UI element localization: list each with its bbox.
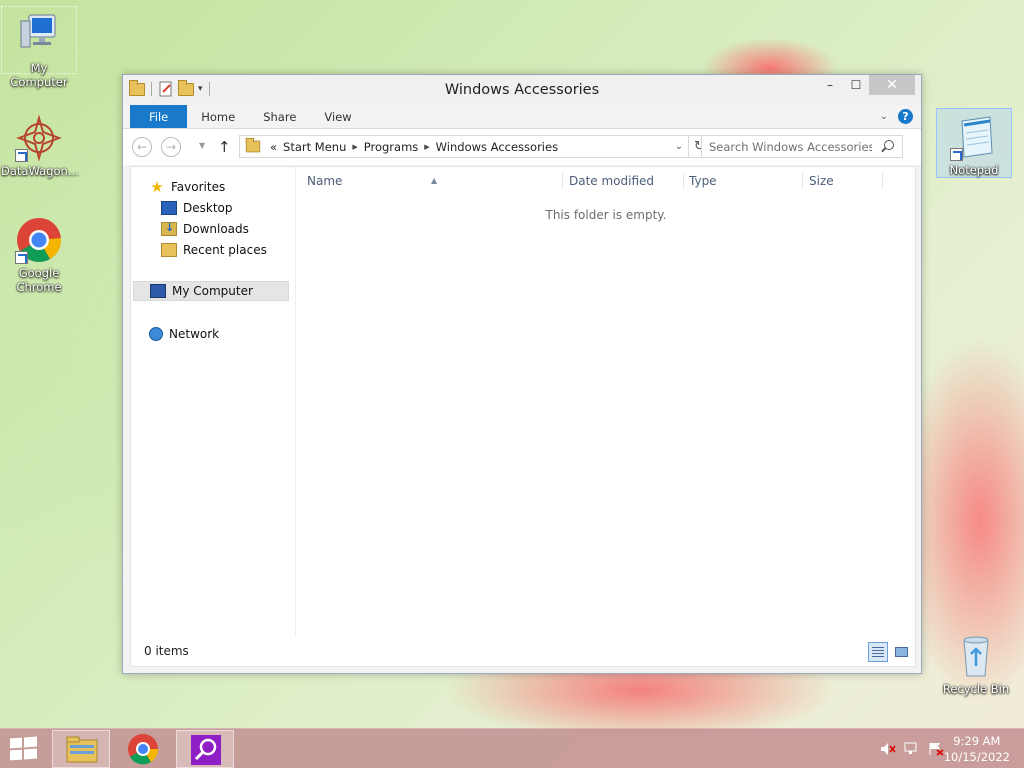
breadcrumb-programs[interactable]: Programs: [361, 140, 422, 154]
folder-icon: [245, 137, 261, 153]
desktop-icon-label: Google Chrome: [16, 266, 62, 294]
large-icons-view-button[interactable]: [891, 642, 911, 662]
maximize-button[interactable]: ☐: [843, 75, 869, 95]
clock-time: 9:29 AM: [953, 734, 1001, 748]
status-bar: 0 items: [131, 636, 915, 666]
forward-button[interactable]: →: [161, 137, 181, 157]
nav-network[interactable]: Network: [149, 324, 219, 344]
nav-my-computer[interactable]: My Computer: [133, 281, 289, 301]
tab-share[interactable]: Share: [249, 105, 310, 128]
details-view-button[interactable]: [868, 642, 888, 662]
up-button[interactable]: ↑: [218, 138, 231, 156]
search-box[interactable]: [701, 135, 903, 158]
empty-folder-message: This folder is empty.: [545, 208, 667, 222]
desktop-icon-recycle-bin[interactable]: Recycle Bin: [938, 628, 1014, 698]
column-header-type[interactable]: Type: [683, 173, 801, 193]
search-input[interactable]: [702, 136, 872, 157]
nav-label: Downloads: [183, 222, 249, 236]
large-icons-view-icon: [895, 647, 908, 657]
nav-label: Favorites: [171, 180, 226, 194]
sort-ascending-icon: ▲: [431, 176, 438, 185]
nav-label: Desktop: [183, 201, 233, 215]
desktop-icon-label: DataWagon...: [1, 164, 79, 178]
desktop-icon-label: Recycle Bin: [942, 682, 1010, 696]
navigation-pane: ★ Favorites Desktop Downloads Recent pla…: [131, 167, 296, 637]
minimize-button[interactable]: –: [817, 75, 843, 95]
recent-places-icon: [161, 243, 177, 257]
breadcrumb-overflow[interactable]: «: [267, 140, 280, 154]
desktop-icon-label: My Computer: [10, 61, 68, 89]
taskbar: 9:29 AM 10/15/2022: [0, 728, 1024, 768]
title-bar[interactable]: ▾ Windows Accessories – ☐ ✕: [123, 75, 921, 105]
recycle-bin-icon: [952, 632, 1000, 680]
chevron-right-icon[interactable]: ▶: [349, 143, 360, 151]
computer-icon: [150, 284, 166, 298]
breadcrumb-start-menu[interactable]: Start Menu: [280, 140, 349, 154]
desktop-icon-datawagon[interactable]: DataWagon...: [1, 110, 79, 180]
windows-logo-icon: [10, 737, 22, 749]
nav-label: My Computer: [172, 284, 253, 298]
tab-file[interactable]: File: [130, 105, 188, 128]
chevron-down-icon[interactable]: ⌄: [670, 136, 688, 157]
datawagon-icon: [15, 114, 63, 162]
chevron-right-icon[interactable]: ▶: [421, 143, 432, 151]
column-header-name[interactable]: Name ▲: [301, 173, 561, 193]
magnifier-icon: [191, 735, 221, 765]
item-count: 0 items: [144, 644, 189, 658]
explorer-window: ▾ Windows Accessories – ☐ ✕ File Home Sh…: [122, 74, 922, 674]
nav-item-downloads[interactable]: Downloads: [161, 219, 249, 239]
tab-view[interactable]: View: [310, 105, 365, 128]
desktop-icon-google-chrome[interactable]: Google Chrome: [1, 212, 77, 298]
navigation-bar: ← → ▼ ↑ « Start Menu ▶ Programs ▶ Window…: [123, 129, 921, 165]
action-center-icon[interactable]: [928, 742, 944, 756]
taskbar-search-app[interactable]: [176, 730, 234, 768]
expand-ribbon-icon[interactable]: ⌄: [880, 111, 888, 122]
ribbon-tabs: File Home Share View ⌄ ?: [123, 105, 921, 129]
speaker-muted-icon[interactable]: [880, 742, 896, 756]
desktop-icon-my-computer[interactable]: My Computer: [1, 6, 77, 89]
window-title: Windows Accessories: [444, 82, 600, 98]
nav-item-recent-places[interactable]: Recent places: [161, 240, 267, 260]
breadcrumb-windows-accessories[interactable]: Windows Accessories: [433, 140, 561, 154]
desktop-icon-notepad[interactable]: Notepad: [936, 108, 1012, 178]
content-area: ★ Favorites Desktop Downloads Recent pla…: [130, 166, 916, 667]
shortcut-arrow-icon: [15, 149, 28, 162]
taskbar-chrome[interactable]: [114, 730, 172, 768]
address-bar[interactable]: « Start Menu ▶ Programs ▶ Windows Access…: [239, 135, 689, 158]
system-tray: [880, 742, 944, 756]
close-button[interactable]: ✕: [869, 75, 915, 95]
chrome-icon: [15, 216, 63, 264]
shortcut-arrow-icon: [15, 251, 28, 264]
tab-home[interactable]: Home: [187, 105, 249, 128]
clock[interactable]: 9:29 AM 10/15/2022: [944, 733, 1010, 765]
desktop-icon: [161, 201, 177, 215]
nav-favorites[interactable]: ★ Favorites: [149, 177, 225, 197]
shortcut-arrow-icon: [950, 148, 963, 161]
network-icon: [149, 327, 163, 341]
clock-date: 10/15/2022: [943, 750, 1010, 764]
file-list[interactable]: Name ▲ Date modified Type Size This fold…: [297, 167, 915, 636]
nav-item-desktop[interactable]: Desktop: [161, 198, 233, 218]
column-header-size[interactable]: Size: [803, 173, 881, 193]
taskbar-file-explorer[interactable]: [52, 730, 110, 768]
start-button[interactable]: [10, 736, 38, 761]
nav-label: Recent places: [183, 243, 267, 257]
computer-icon: [15, 11, 63, 59]
help-icon[interactable]: ?: [898, 109, 913, 124]
desktop-icon-label: Notepad: [949, 163, 999, 177]
network-status-icon[interactable]: [904, 742, 920, 756]
recent-locations-icon[interactable]: ▼: [199, 141, 205, 150]
downloads-icon: [161, 221, 177, 236]
column-header-date-modified[interactable]: Date modified: [563, 173, 681, 193]
chrome-icon: [128, 734, 159, 765]
nav-label: Network: [169, 327, 220, 341]
file-explorer-icon: [66, 736, 98, 763]
star-icon: ★: [150, 178, 164, 196]
details-view-icon: [872, 647, 884, 657]
back-button[interactable]: ←: [132, 137, 152, 157]
search-icon[interactable]: [884, 140, 894, 150]
notepad-icon: [950, 113, 998, 161]
